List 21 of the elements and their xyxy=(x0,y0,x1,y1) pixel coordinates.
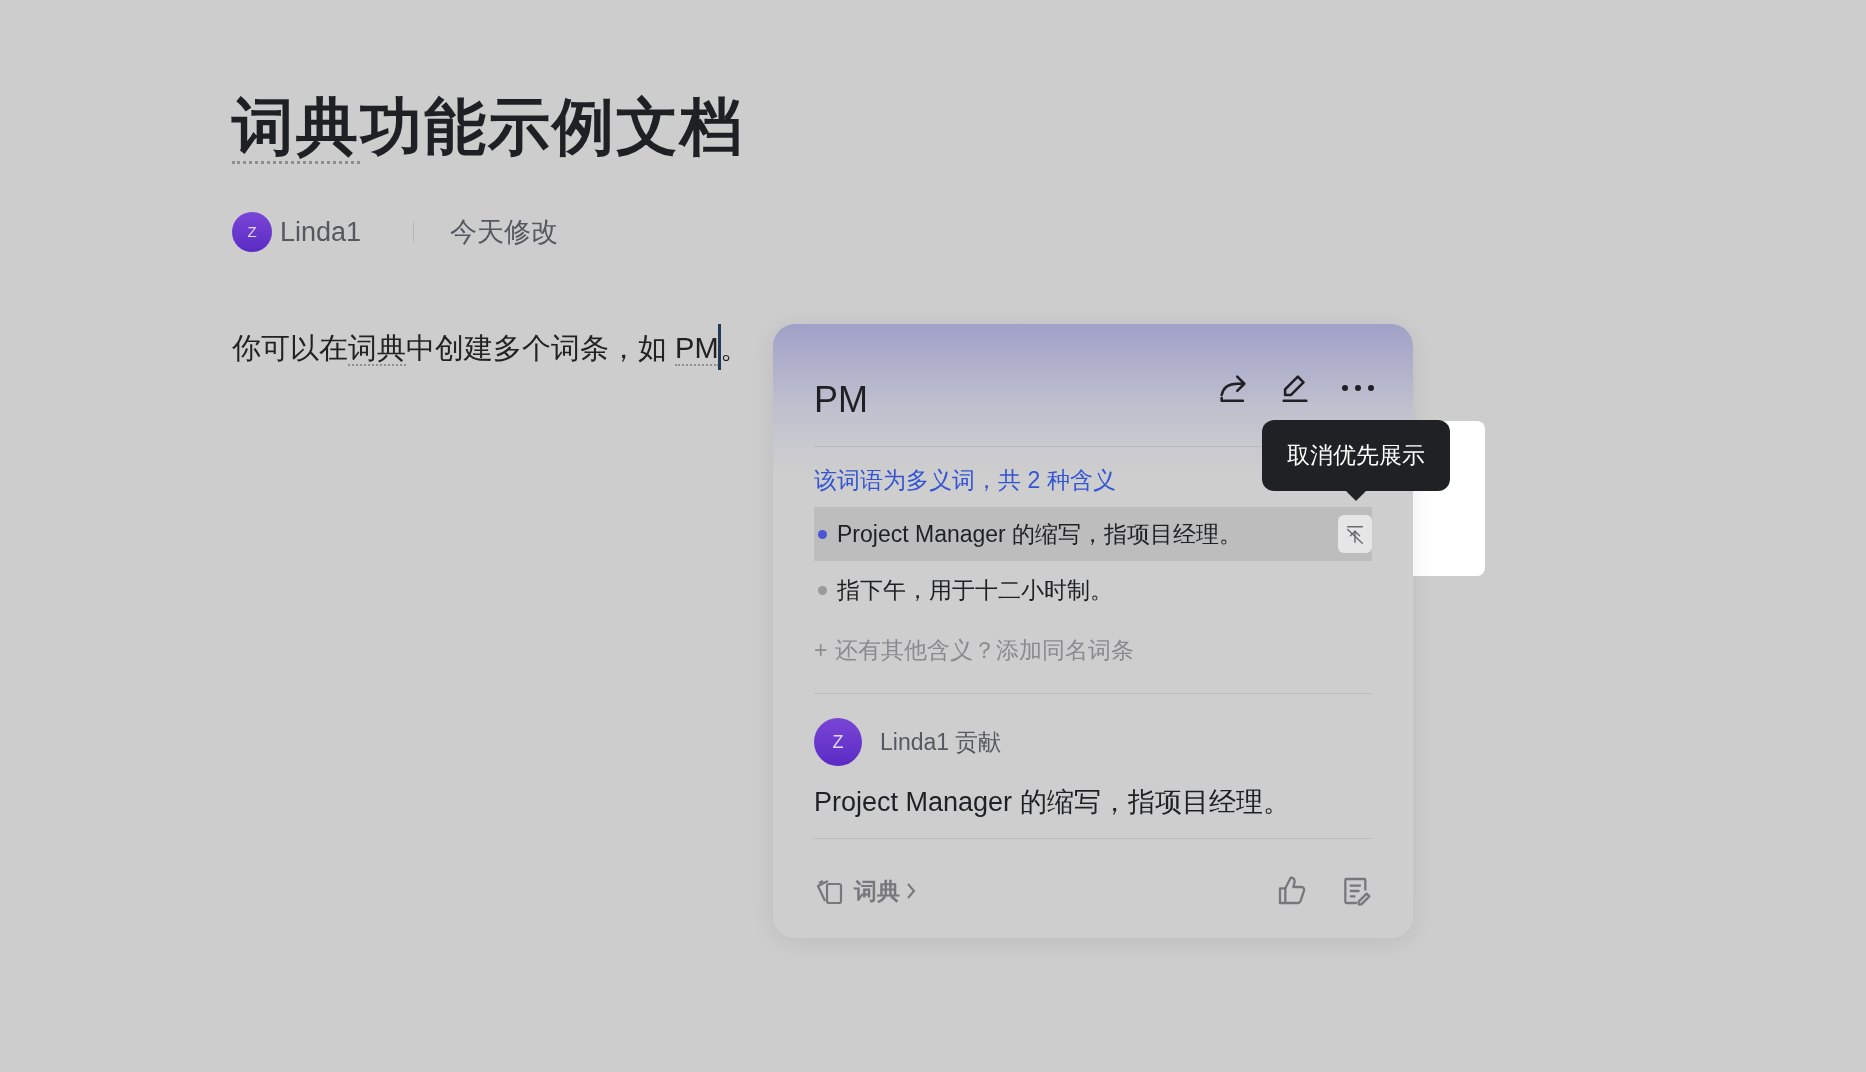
contributor-label: Linda1 贡献 xyxy=(880,727,1002,757)
meaning-item[interactable]: Project Manager 的缩写，指项目经理。 xyxy=(814,507,1372,561)
text-cursor xyxy=(717,323,721,370)
meaning-item[interactable]: 指下午，用于十二小时制。 xyxy=(814,563,1372,617)
tooltip-arrow xyxy=(1346,491,1366,501)
document-title: 词典功能示例文档 xyxy=(232,82,744,172)
more-icon[interactable] xyxy=(1340,383,1376,393)
tooltip: 取消优先展示 xyxy=(1262,420,1450,491)
unpin-button[interactable] xyxy=(1338,515,1372,553)
polysemy-note: 该词语为多义词，共 2 种含义 xyxy=(814,466,1116,495)
contributor-avatar: Z xyxy=(814,718,862,766)
term-title: PM xyxy=(814,378,868,422)
definition-text: Project Manager 的缩写，指项目经理。 xyxy=(814,786,1290,819)
avatar: Z xyxy=(232,212,272,252)
unpin-icon xyxy=(1344,523,1366,545)
author-name: Linda1 xyxy=(280,215,362,249)
thumbs-up-icon[interactable] xyxy=(1276,875,1308,907)
plus-sign: + xyxy=(814,635,828,665)
modified-time: 今天修改 xyxy=(450,215,559,249)
chevron-right-icon xyxy=(906,882,916,900)
body-text: 你可以在词典中创建多个词条，如 PM。 xyxy=(232,326,749,374)
